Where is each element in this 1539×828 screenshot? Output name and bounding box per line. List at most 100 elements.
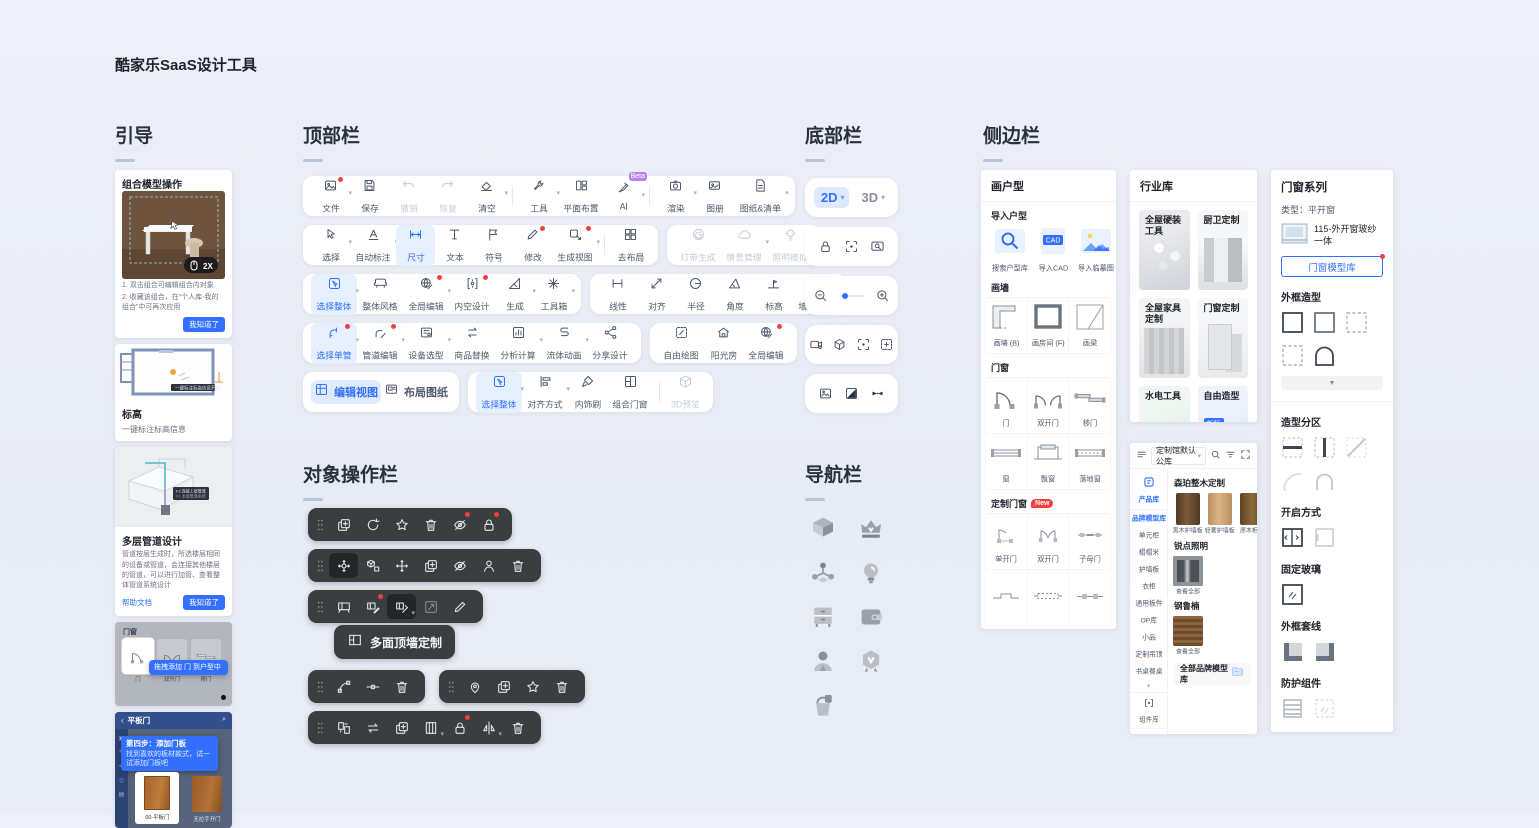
expand-icon[interactable]: [1240, 447, 1251, 465]
object-tool-star[interactable]: [387, 512, 416, 537]
shape-sq-dash[interactable]: [1345, 311, 1368, 334]
object-tool-wallpen2[interactable]: ▾: [387, 594, 416, 619]
object-tool-pointline[interactable]: [358, 674, 387, 699]
catalog-tile-门[interactable]: 门: [985, 377, 1028, 434]
catalog-tile-导入临摹图[interactable]: 导入临摹图: [1076, 226, 1116, 274]
catalog-tile-画墙 (B)[interactable]: 画墙 (B): [985, 297, 1028, 354]
industry-card-hard[interactable]: 全屋硬装工具: [1139, 210, 1190, 290]
drag-handle-icon[interactable]: [317, 558, 324, 574]
focusdot-icon[interactable]: [852, 337, 875, 352]
industry-card-kitchen[interactable]: 厨卫定制: [1198, 210, 1249, 290]
contrast-icon[interactable]: [839, 386, 865, 401]
rail-product-library[interactable]: 产品库: [1130, 473, 1167, 510]
catalog-tile-单开门[interactable]: 单开门: [985, 513, 1028, 570]
object-tool-cubes[interactable]: [358, 553, 387, 578]
door-item[interactable]: 无拉手开门: [185, 772, 229, 824]
toolbar-item-pipeedit[interactable]: 管道编辑▾: [357, 323, 403, 364]
current-window-product[interactable]: 115-外开窗玻纱一体: [1281, 223, 1383, 249]
object-tool-copyplus[interactable]: [387, 715, 416, 740]
toolbar-item-linear[interactable]: 线性: [598, 274, 637, 315]
toolbar-item-replace[interactable]: 商品替换: [449, 323, 495, 364]
toolbar-item-brush[interactable]: 内饰刷: [568, 372, 607, 413]
catalog-tile-双开门[interactable]: 双开门: [1027, 513, 1070, 570]
catalog-tile-cdoor6[interactable]: [1068, 569, 1111, 626]
rail-glyph-icon[interactable]: ◇: [119, 777, 124, 784]
object-tool-person[interactable]: [474, 553, 503, 578]
rail-item-2[interactable]: 榻榻米: [1138, 545, 1158, 559]
rail-item-4[interactable]: 衣柜: [1142, 579, 1156, 593]
industry-card-plumb[interactable]: 水电工具: [1139, 386, 1190, 422]
toolbar-item-share[interactable]: 分享设计: [587, 323, 633, 364]
navbucket-icon[interactable]: [808, 690, 838, 720]
library-select[interactable]: 定制馆默认公库▾: [1151, 447, 1206, 465]
rail-item-0[interactable]: 品牌模型库: [1132, 511, 1166, 525]
toolbar-item-genview[interactable]: 生成视图▾: [552, 225, 598, 266]
catalog-tile-飘窗[interactable]: 飘窗: [1027, 433, 1070, 490]
toolbar-item-symbol[interactable]: 符号: [474, 225, 513, 266]
object-tool-copyplus[interactable]: [329, 512, 358, 537]
cubeo-icon[interactable]: [828, 337, 851, 352]
toolbar-item-wrench[interactable]: 工具▾: [519, 176, 558, 217]
object-tool-copyplus[interactable]: [489, 674, 518, 699]
object-tool-star[interactable]: [518, 674, 547, 699]
shape-sq-dash[interactable]: [1281, 344, 1304, 367]
drag-handle-icon[interactable]: [317, 679, 324, 695]
catalog-tile-窗[interactable]: 窗: [985, 433, 1028, 490]
search-icon[interactable]: ⌕: [222, 716, 226, 724]
object-tool-eyeoff[interactable]: [445, 512, 474, 537]
zoom-out-icon[interactable]: [808, 288, 834, 303]
object-tool-blinds[interactable]: ▾: [416, 715, 445, 740]
toolbar-item-pen[interactable]: 修改: [513, 225, 552, 266]
object-tool-wallpen[interactable]: [358, 594, 387, 619]
toolbar-item-chart[interactable]: 分析计算▾: [495, 323, 541, 364]
toolbar-item-camera[interactable]: 渲染▾: [656, 176, 695, 217]
object-tool-pen[interactable]: [445, 594, 474, 619]
shape-div-diag[interactable]: [1345, 436, 1368, 459]
door-item-selected[interactable]: 00-平板门: [135, 772, 179, 824]
toolbar-item-freeframe[interactable]: 自由绘图: [658, 323, 704, 364]
toolbar-item-sunhouse[interactable]: 阳光房: [704, 323, 743, 364]
toolbar-item-save[interactable]: 保存: [350, 176, 389, 217]
drag-handle-icon[interactable]: [317, 517, 324, 533]
all-brand-library-button[interactable]: 全部品牌模型库: [1174, 663, 1251, 685]
object-tool-rotate[interactable]: [358, 512, 387, 537]
view-mode-2d[interactable]: 2D▾: [814, 187, 849, 208]
view-mode-3d[interactable]: 3D▾: [855, 187, 890, 208]
focusdot-icon[interactable]: [839, 239, 865, 254]
catalog-tile-cdoor5[interactable]: [1027, 569, 1070, 626]
catalog-tile-落地窗[interactable]: 落地窗: [1068, 433, 1111, 490]
toolbar-item-combowin[interactable]: 组合门窗: [607, 372, 653, 413]
object-tool-mirror[interactable]: ▾: [474, 715, 503, 740]
toolbar-item-innerspace[interactable]: 内空设计: [449, 274, 495, 315]
toolbar-item-redo[interactable]: 恢复: [428, 176, 467, 217]
toolbar-item-asterisk[interactable]: 工具箱▾: [534, 274, 573, 315]
toolbar-item-globepen[interactable]: 全局编辑▾: [403, 274, 449, 315]
got-it-button[interactable]: 我知道了: [183, 595, 225, 610]
object-tool-arc[interactable]: [329, 674, 358, 699]
shape-sq-solid2[interactable]: [1313, 311, 1336, 334]
object-tool-pinmove[interactable]: [460, 674, 489, 699]
toolbar-item-autolabel[interactable]: 自动标注▾: [350, 225, 396, 266]
toolbar-item-eraser[interactable]: 清空▾: [467, 176, 506, 217]
toolbar-item-device[interactable]: 设备选型▾: [403, 323, 449, 364]
rail-bottom-1[interactable]: 组合库: [1130, 728, 1167, 734]
brand-item[interactable]: 查看全部: [1174, 556, 1201, 597]
shape-div-arch[interactable]: [1313, 469, 1336, 492]
brand-item[interactable]: 轻奢护墙板: [1206, 493, 1233, 536]
toolbar-item-elevflag[interactable]: 标高: [754, 274, 793, 315]
object-tool-wallpanel[interactable]: [329, 594, 358, 619]
shape-guard-dash[interactable]: [1313, 697, 1336, 720]
camgear-icon[interactable]: [805, 337, 828, 352]
brand-item[interactable]: 查看全部: [1174, 616, 1201, 657]
object-tool-copyplus[interactable]: [416, 553, 445, 578]
toolbar-item-ai[interactable]: AI▾Beta: [604, 178, 643, 215]
navbadge-icon[interactable]: [856, 646, 886, 676]
toolbar-item-grid[interactable]: 去布局: [611, 225, 650, 266]
drag-handle-icon[interactable]: [317, 720, 324, 736]
toolbar-item-triruler[interactable]: 生成▾: [495, 274, 534, 315]
toolbar-item-cloud[interactable]: 情景管理▾: [721, 225, 767, 266]
shape-louver[interactable]: [1281, 697, 1304, 720]
shape-div-v[interactable]: [1313, 436, 1336, 459]
rail-item-3[interactable]: 护墙板: [1138, 562, 1158, 576]
catalog-tile-cdoor4[interactable]: [985, 569, 1028, 626]
